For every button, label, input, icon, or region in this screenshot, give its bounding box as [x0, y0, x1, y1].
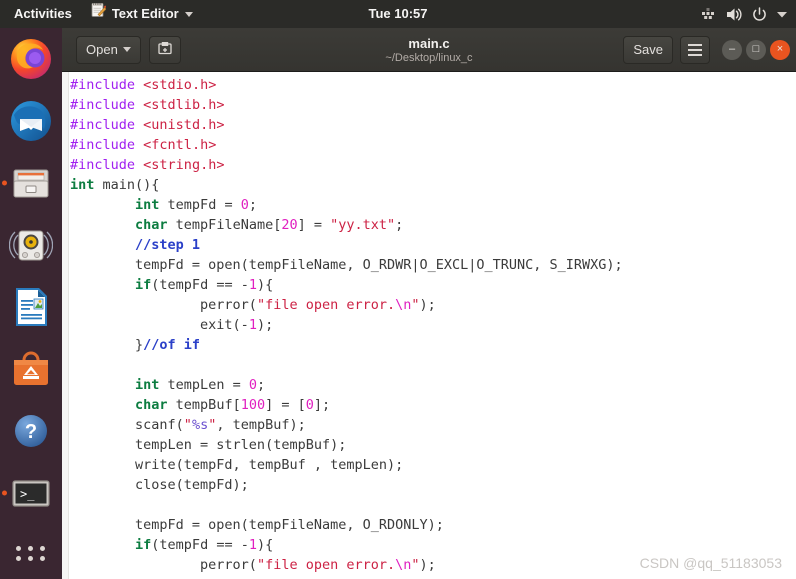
code-editor-area[interactable]: #include <stdio.h> #include <stdlib.h> #…	[62, 72, 796, 579]
chevron-down-icon	[184, 11, 193, 17]
dock-item-help[interactable]: ?	[0, 400, 62, 462]
volume-icon[interactable]	[726, 7, 743, 22]
dock-item-files[interactable]	[0, 152, 62, 214]
ubuntu-dock: ? >_	[0, 28, 62, 579]
dock-item-terminal[interactable]: >_	[0, 462, 62, 524]
save-as-icon	[157, 40, 173, 59]
help-icon: ?	[15, 415, 47, 447]
maximize-button[interactable]: □	[746, 39, 766, 60]
files-icon	[13, 169, 49, 198]
minimize-icon: –	[728, 43, 736, 55]
source-code[interactable]: #include <stdio.h> #include <stdlib.h> #…	[70, 75, 623, 579]
save-as-button[interactable]	[148, 35, 181, 64]
app-grid-icon	[15, 545, 47, 561]
app-menu-label: Text Editor	[111, 6, 179, 21]
text-editor-window: Open main.c ~/Desktop/linux_c Save – □ ×…	[62, 28, 796, 579]
close-icon: ×	[776, 43, 784, 55]
header-right-controls: Save – □ ×	[623, 35, 790, 64]
open-button-label: Open	[86, 42, 118, 57]
window-header-bar: Open main.c ~/Desktop/linux_c Save – □ ×	[62, 28, 796, 72]
dock-item-rhythmbox[interactable]	[0, 214, 62, 276]
watermark-label: CSDN @qq_51183053	[639, 555, 782, 571]
show-applications-button[interactable]	[0, 533, 62, 573]
text-editor-icon	[90, 0, 107, 28]
rhythmbox-icon	[9, 230, 53, 261]
gnome-top-bar: Activities Text Editor Tue 10:57	[0, 0, 796, 28]
system-tray	[701, 0, 788, 28]
thunderbird-icon	[11, 101, 51, 141]
editor-gutter	[62, 72, 69, 579]
network-icon[interactable]	[701, 7, 717, 21]
hamburger-menu-icon[interactable]	[680, 35, 710, 64]
window-controls: – □ ×	[722, 39, 790, 60]
libreoffice-writer-icon	[16, 288, 47, 326]
maximize-icon: □	[752, 43, 760, 55]
activities-button[interactable]: Activities	[0, 0, 82, 28]
dock-item-thunderbird[interactable]	[0, 90, 62, 152]
dock-item-libreoffice-writer[interactable]	[0, 276, 62, 338]
dock-item-ubuntu-software[interactable]	[0, 338, 62, 400]
close-button[interactable]: ×	[770, 39, 790, 60]
dock-item-firefox[interactable]	[0, 28, 62, 90]
chevron-down-icon[interactable]	[776, 9, 788, 19]
power-icon[interactable]	[752, 6, 767, 22]
app-menu-button[interactable]: Text Editor	[82, 0, 201, 28]
document-path: ~/Desktop/linux_c	[385, 51, 473, 64]
save-button[interactable]: Save	[623, 35, 673, 64]
terminal-icon: >_	[12, 480, 50, 507]
desktop-screen: Activities Text Editor Tue 10:57 ? >_ Op…	[0, 0, 796, 579]
open-button[interactable]: Open	[76, 35, 141, 64]
firefox-icon	[11, 39, 51, 79]
running-indicator	[2, 180, 7, 186]
ubuntu-software-icon	[14, 351, 48, 385]
chevron-down-icon	[122, 47, 131, 52]
svg-text:>_: >_	[20, 487, 35, 501]
svg-text:?: ?	[25, 421, 37, 443]
minimize-button[interactable]: –	[722, 39, 742, 60]
running-indicator	[2, 490, 7, 496]
document-title: main.c	[408, 35, 450, 51]
